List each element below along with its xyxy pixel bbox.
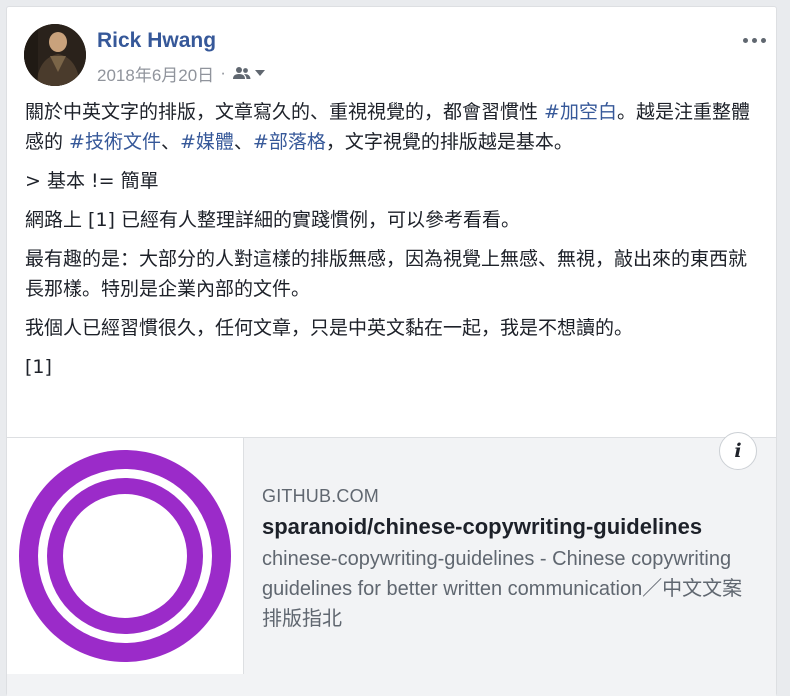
link-preview-card[interactable]: i GITHUB.COM sparanoid/chinese-copywriti… <box>7 432 776 696</box>
post-paragraph: 我個人已經習慣很久，任何文章，只是中英文黏在一起，我是不想讀的。 <box>25 317 634 339</box>
author-avatar[interactable] <box>24 24 86 86</box>
post-card: Rick Hwang 2018年6月20日 · 關於中英文字的排版，文章寫久的、… <box>6 6 777 696</box>
post-timestamp[interactable]: 2018年6月20日 <box>97 61 214 86</box>
post-paragraph: [1] <box>25 356 52 378</box>
more-options-button[interactable] <box>738 31 770 49</box>
author-name[interactable]: Rick Hwang <box>97 29 216 53</box>
link-domain: GITHUB.COM <box>262 486 379 506</box>
dot-icon <box>751 37 757 43</box>
post-paragraph: 網路上 [1] 已經有人整理詳細的實踐慣例，可以參考看看。 <box>25 209 520 231</box>
hashtag-link[interactable]: #部落格 <box>253 131 326 153</box>
link-description: chinese-copywriting-guidelines - Chinese… <box>262 548 743 630</box>
paragraph-text: 關於中英文字的排版，文章寫久的、重視視覺的，都會習慣性 <box>25 101 545 123</box>
dot-icon <box>742 37 748 43</box>
post-paragraph: > 基本 != 簡單 <box>25 170 159 192</box>
link-title[interactable]: sparanoid/chinese-copywriting-guidelines <box>262 514 762 540</box>
post-body: 關於中英文字的排版，文章寫久的、重視視覺的，都會習慣性 #加空白。越是注重整體感… <box>25 97 760 391</box>
paragraph-text: 、 <box>160 131 180 153</box>
paragraph-text: ，文字視覺的排版越是基本。 <box>325 131 573 153</box>
hashtag-link[interactable]: #加空白 <box>544 101 617 123</box>
dot-icon <box>760 37 766 43</box>
hashtag-link[interactable]: #媒體 <box>180 131 234 153</box>
post-meta: 2018年6月20日 · <box>97 61 266 86</box>
post-paragraph: 最有趣的是：大部分的人對這樣的排版無感，因為視覺上無感、無視，敲出來的東西就長那… <box>25 248 748 300</box>
paragraph-text: 、 <box>233 131 253 153</box>
post-paragraph: 關於中英文字的排版，文章寫久的、重視視覺的，都會習慣性 #加空白。越是注重整體感… <box>25 97 760 157</box>
meta-separator: · <box>220 63 226 82</box>
link-thumbnail <box>7 438 244 674</box>
ring-logo-icon <box>19 450 231 662</box>
friends-icon[interactable] <box>232 66 266 80</box>
hashtag-link[interactable]: #技術文件 <box>69 131 161 153</box>
avatar-photo-icon <box>24 24 86 86</box>
info-button[interactable]: i <box>719 432 757 470</box>
chevron-down-icon <box>254 70 265 76</box>
